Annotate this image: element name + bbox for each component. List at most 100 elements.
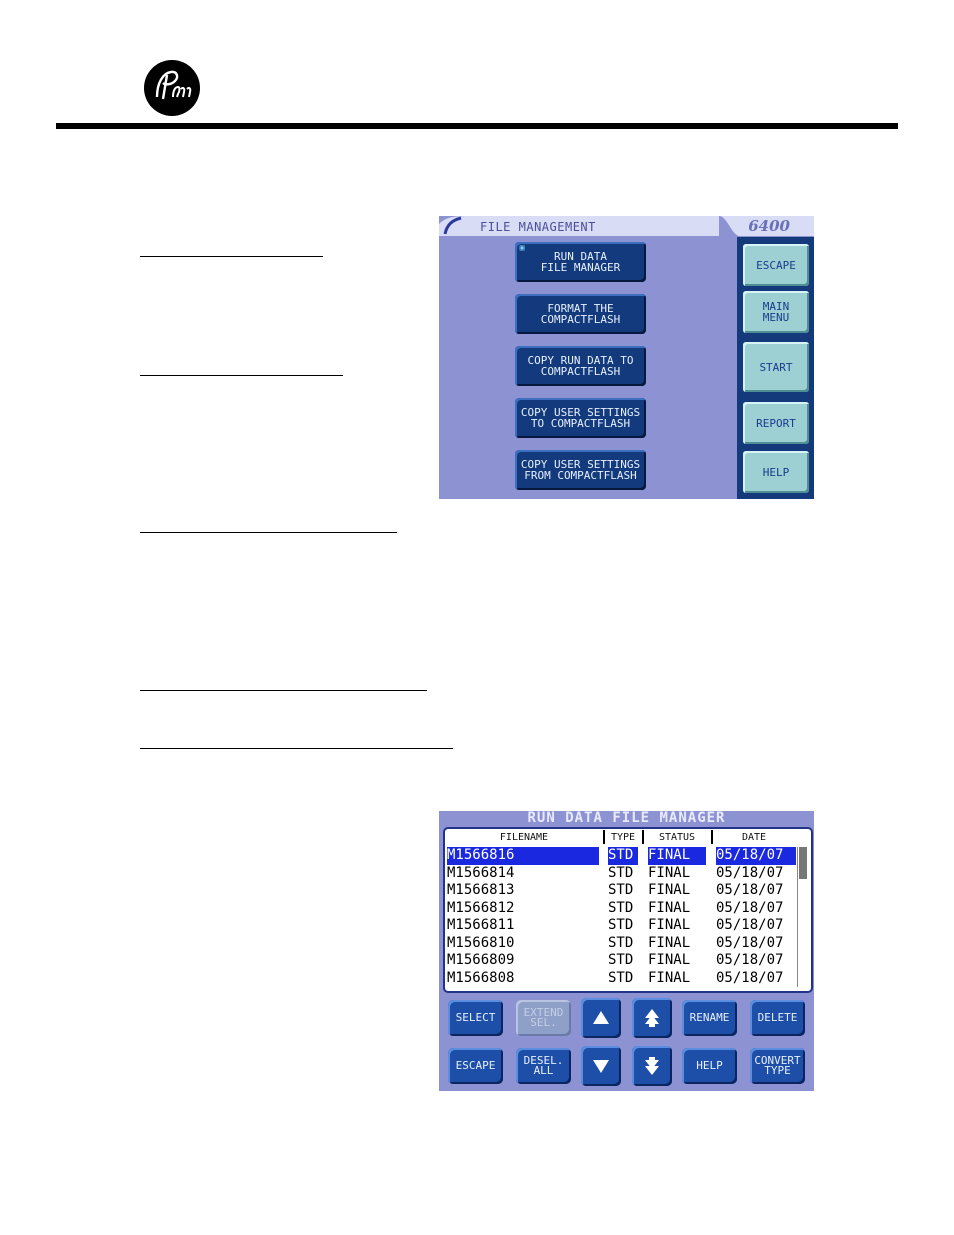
type-cell: STD	[608, 864, 634, 881]
type-cell: STD	[608, 847, 638, 865]
column-header-status: STATUS	[658, 832, 696, 843]
filename-cell: M1566816	[447, 847, 599, 865]
start-button[interactable]: START	[743, 342, 809, 392]
extend-selection-button[interactable]: EXTEND SEL.	[516, 1000, 571, 1036]
help-button[interactable]: HELP	[682, 1048, 737, 1084]
deselect-all-button[interactable]: DESEL. ALL	[516, 1048, 571, 1084]
button-label: ESCAPE	[756, 258, 796, 272]
page-up-icon	[645, 1009, 659, 1027]
status-cell: FINAL	[648, 847, 706, 865]
table-row[interactable]: M1566813 STD FINAL 05/18/07	[445, 882, 797, 900]
format-compactflash-button[interactable]: FORMAT THE COMPACTFLASH	[515, 294, 646, 334]
button-label: SELECT	[455, 1011, 496, 1024]
section-underline	[140, 748, 453, 749]
table-row[interactable]: M1566811 STD FINAL 05/18/07	[445, 917, 797, 935]
section-underline	[140, 256, 323, 257]
convert-type-button[interactable]: CONVERT TYPE	[750, 1048, 805, 1084]
status-cell: FINAL	[648, 899, 691, 916]
run-data-file-manager-screen: RUN DATA FILE MANAGER FILENAME TYPE STAT…	[439, 811, 814, 1091]
file-management-screen: FILE MANAGEMENT 6400 ▣ RUN DATA FILE MAN…	[439, 216, 814, 499]
filename-cell: M1566812	[447, 899, 515, 916]
button-label: COPY USER SETTINGS FROM COMPACTFLASH	[520, 458, 641, 482]
button-label: MAIN MENU	[762, 300, 790, 324]
model-number: 6400	[748, 217, 790, 235]
screen-title: RUN DATA FILE MANAGER	[527, 811, 726, 826]
section-underline	[140, 375, 343, 376]
date-cell: 05/18/07	[716, 917, 784, 933]
date-cell: 05/18/07	[716, 864, 784, 881]
button-label: HELP	[762, 465, 790, 479]
status-cell: FINAL	[648, 864, 691, 881]
column-divider	[642, 830, 644, 844]
status-cell: FINAL	[648, 952, 691, 968]
button-label: FORMAT THE COMPACTFLASH	[540, 302, 621, 326]
date-cell: 05/18/07	[716, 899, 784, 916]
title-bar: FILE MANAGEMENT 6400	[439, 216, 814, 236]
header-rule	[56, 123, 898, 129]
parr-logo	[144, 60, 200, 116]
date-cell: 05/18/07	[716, 952, 784, 968]
filename-cell: M1566808	[447, 969, 515, 986]
copy-settings-from-cf-button[interactable]: COPY USER SETTINGS FROM COMPACTFLASH	[515, 450, 646, 490]
type-cell: STD	[608, 952, 634, 968]
scrollbar-thumb[interactable]	[799, 847, 807, 879]
button-label: RUN DATA FILE MANAGER	[540, 250, 621, 274]
rename-button[interactable]: RENAME	[682, 1000, 737, 1036]
main-menu-button[interactable]: MAIN MENU	[743, 291, 809, 333]
status-cell: FINAL	[648, 934, 691, 951]
list-scrollbar[interactable]	[797, 847, 808, 987]
table-row[interactable]: M1566816 STD FINAL 05/18/07	[445, 847, 797, 865]
status-cell: FINAL	[648, 882, 691, 898]
arrow-up-icon	[593, 1011, 609, 1024]
page-down-button[interactable]	[632, 1046, 672, 1086]
filename-cell: M1566809	[447, 952, 515, 968]
button-label: DESEL. ALL	[523, 1054, 564, 1077]
title-swoosh-icon	[439, 216, 469, 236]
button-label: HELP	[696, 1059, 723, 1072]
section-underline	[140, 690, 427, 691]
button-label: ESCAPE	[455, 1059, 496, 1072]
column-divider	[603, 830, 605, 844]
type-cell: STD	[608, 899, 634, 916]
status-cell: FINAL	[648, 969, 691, 986]
select-button[interactable]: SELECT	[448, 1000, 503, 1036]
filename-cell: M1566810	[447, 934, 515, 951]
type-cell: STD	[608, 969, 634, 986]
table-row[interactable]: M1566814 STD FINAL 05/18/07	[445, 865, 797, 883]
button-label: CONVERT TYPE	[754, 1054, 801, 1077]
delete-button[interactable]: DELETE	[750, 1000, 805, 1036]
type-cell: STD	[608, 917, 634, 933]
screen-title: FILE MANAGEMENT	[480, 220, 596, 234]
file-rows: M1566816 STD FINAL 05/18/07 M1566814 STD…	[445, 847, 797, 987]
column-header-filename: FILENAME	[499, 832, 549, 843]
button-label: RENAME	[689, 1011, 730, 1024]
scroll-down-button[interactable]	[581, 1046, 621, 1086]
filename-cell: M1566814	[447, 864, 515, 881]
column-divider	[711, 830, 713, 844]
type-cell: STD	[608, 882, 634, 898]
button-label: REPORT	[756, 416, 796, 430]
escape-button[interactable]: ESCAPE	[448, 1048, 503, 1084]
button-label: COPY USER SETTINGS TO COMPACTFLASH	[520, 406, 641, 430]
column-header-date: DATE	[741, 832, 767, 843]
status-cell: FINAL	[648, 917, 691, 933]
date-cell: 05/18/07	[716, 934, 784, 951]
table-row[interactable]: M1566809 STD FINAL 05/18/07	[445, 952, 797, 970]
selected-marker-icon: ▣	[519, 243, 525, 252]
report-button[interactable]: REPORT	[743, 402, 809, 444]
table-row[interactable]: M1566808 STD FINAL 05/18/07	[445, 970, 797, 988]
filename-cell: M1566811	[447, 917, 515, 933]
page-down-icon	[645, 1057, 659, 1075]
escape-button[interactable]: ESCAPE	[743, 244, 809, 286]
scroll-up-button[interactable]	[581, 998, 621, 1038]
file-list[interactable]: FILENAME TYPE STATUS DATE M1566816 STD F…	[443, 827, 813, 993]
table-row[interactable]: M1566812 STD FINAL 05/18/07	[445, 900, 797, 918]
copy-run-data-button[interactable]: COPY RUN DATA TO COMPACTFLASH	[515, 346, 646, 386]
page-up-button[interactable]	[632, 998, 672, 1038]
copy-settings-to-cf-button[interactable]: COPY USER SETTINGS TO COMPACTFLASH	[515, 398, 646, 438]
help-button[interactable]: HELP	[743, 451, 809, 493]
table-row[interactable]: M1566810 STD FINAL 05/18/07	[445, 935, 797, 953]
button-label: DELETE	[757, 1011, 798, 1024]
run-data-file-manager-button[interactable]: ▣ RUN DATA FILE MANAGER	[515, 242, 646, 282]
column-header-type: TYPE	[610, 832, 636, 843]
